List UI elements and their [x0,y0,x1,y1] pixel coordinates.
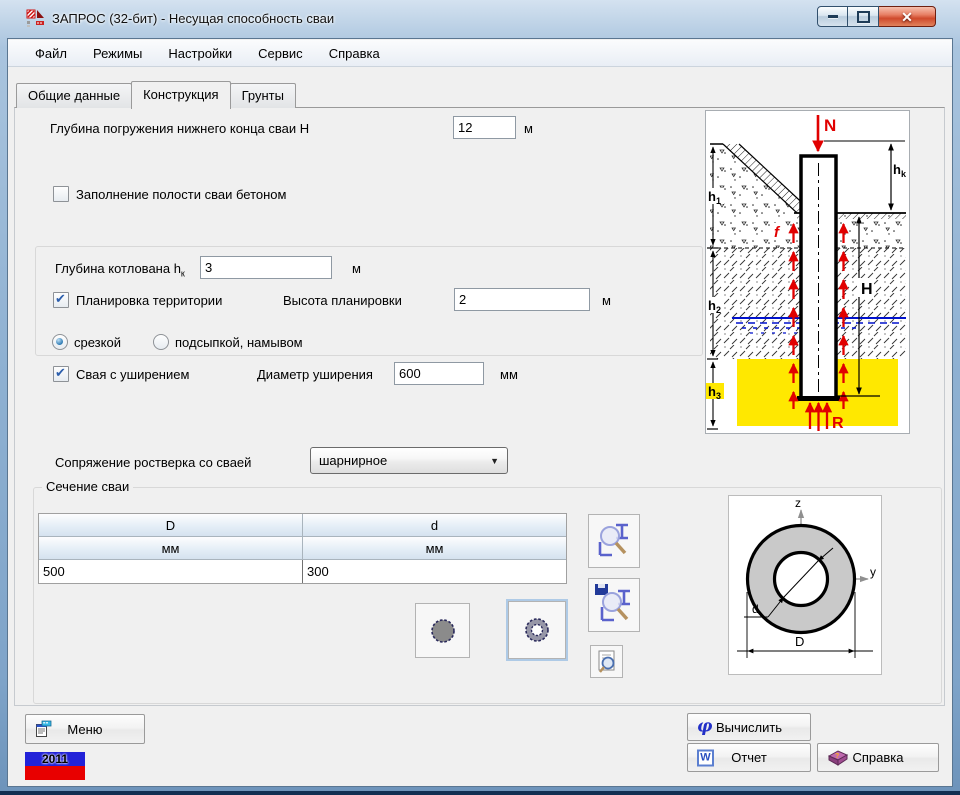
menu-item-settings[interactable]: Настройки [155,42,245,65]
cell-d-value[interactable]: 300 [302,560,566,583]
year-badge-text: 2011 [25,752,85,766]
widening-diameter-input[interactable] [394,362,484,385]
planning-height-unit: м [602,293,611,308]
radio-cut[interactable] [52,334,68,350]
radio-cut-label: срезкой [74,335,121,350]
app-icon [26,9,46,29]
hollow-section-button[interactable] [508,601,566,659]
save-section-button[interactable] [588,578,640,632]
report-button-label: Отчет [731,750,767,765]
help-button[interactable]: ? Справка [817,743,939,772]
tab-strip: Общие данные Конструкция Грунты [16,81,295,108]
view-section-button[interactable] [588,514,640,568]
pile-diagram-drawing: N f [706,111,909,433]
menu-item-service[interactable]: Сервис [245,42,316,65]
widening-label: Свая с уширением [76,367,189,382]
cross-section-drawing: z y d D [729,496,881,674]
menu-item-help[interactable]: Справка [316,42,393,65]
radio-fill[interactable] [153,334,169,350]
cell-D-value[interactable]: 500 [39,560,302,583]
document-magnifier-icon [595,649,619,675]
svg-text:D: D [795,634,804,649]
close-icon: ✕ [901,10,913,24]
svg-text:d: d [752,602,759,616]
pit-depth-input[interactable] [200,256,332,279]
column-unit-D: мм [39,537,302,559]
menu-bar: Файл Режимы Настройки Сервис Справка [8,40,952,67]
menu-button-label: Меню [67,722,102,737]
widening-diameter-unit: мм [500,367,518,382]
coupling-value: шарнирное [319,453,490,468]
maximize-button[interactable] [848,6,879,27]
cross-section-diagram: z y d D [728,495,882,675]
depth-label: Глубина погружения нижнего конца сваи H [50,121,309,136]
widening-checkbox[interactable] [53,366,69,382]
title-bar: ЗАПРОС (32-бит) - Несущая способность св… [0,0,960,38]
compute-button-label: Вычислить [716,720,782,735]
pile-section-group-title: Сечение сваи [42,479,133,494]
pile-diagram: N f [705,110,910,434]
svg-text:z: z [795,496,801,510]
svg-text:H: H [861,281,873,298]
chevron-down-icon: ▼ [490,456,499,466]
planning-checkbox[interactable] [53,292,69,308]
concrete-fill-label: Заполнение полости сваи бетоном [76,187,286,202]
preview-button[interactable] [590,645,623,678]
phi-icon: φ [697,719,712,736]
help-button-label: Справка [853,750,904,765]
svg-text:R: R [832,415,844,432]
table-header-row: D d [39,514,566,537]
depth-unit: м [524,121,533,136]
window-title: ЗАПРОС (32-бит) - Несущая способность св… [52,11,334,26]
report-button[interactable]: W Отчет [687,743,811,772]
minimize-icon [828,15,838,18]
word-icon: W [697,749,714,766]
svg-text:?: ? [835,753,839,760]
svg-text:N: N [824,116,836,135]
tab-general-data[interactable]: Общие данные [16,83,132,108]
solid-section-button[interactable] [415,603,470,658]
coupling-dropdown[interactable]: шарнирное ▼ [310,447,508,474]
widening-diameter-label: Диаметр уширения [257,367,373,382]
solid-circle-icon [427,615,459,647]
pit-depth-unit: м [352,261,361,276]
help-book-icon: ? [827,749,849,767]
planning-height-input[interactable] [454,288,590,311]
table-units-row: мм мм [39,537,566,560]
menu-item-file[interactable]: Файл [22,42,80,65]
column-unit-d: мм [302,537,566,559]
close-button[interactable]: ✕ [879,6,936,27]
year-badge: 2011 [25,752,85,780]
planning-label: Планировка территории [76,293,222,308]
application-window: ЗАПРОС (32-бит) - Несущая способность св… [0,0,960,795]
window-controls: ✕ [817,6,936,27]
menu-item-modes[interactable]: Режимы [80,42,155,65]
save-section-icon [594,583,634,627]
table-row: 500 300 [39,560,566,583]
pit-depth-label: Глубина котлована hк [55,261,185,279]
svg-text:y: y [870,565,876,579]
year-badge-stripe [25,766,85,780]
section-table: D d мм мм 500 300 [38,513,567,584]
menu-button[interactable]: Меню [25,714,145,744]
ring-circle-icon [521,614,553,646]
section-magnifier-icon [594,520,634,562]
column-header-D: D [39,514,302,536]
maximize-icon [857,11,870,23]
planning-height-label: Высота планировки [283,293,402,308]
compute-button[interactable]: φ Вычислить [687,713,811,741]
coupling-label: Сопряжение ростверка со сваей [55,455,251,470]
concrete-fill-checkbox[interactable] [53,186,69,202]
depth-input[interactable] [453,116,516,139]
column-header-d: d [302,514,566,536]
radio-fill-label: подсыпкой, намывом [175,335,303,350]
minimize-button[interactable] [817,6,848,27]
tab-construction[interactable]: Конструкция [131,81,230,109]
menu-document-icon [35,720,53,738]
tab-soils[interactable]: Грунты [230,83,296,108]
